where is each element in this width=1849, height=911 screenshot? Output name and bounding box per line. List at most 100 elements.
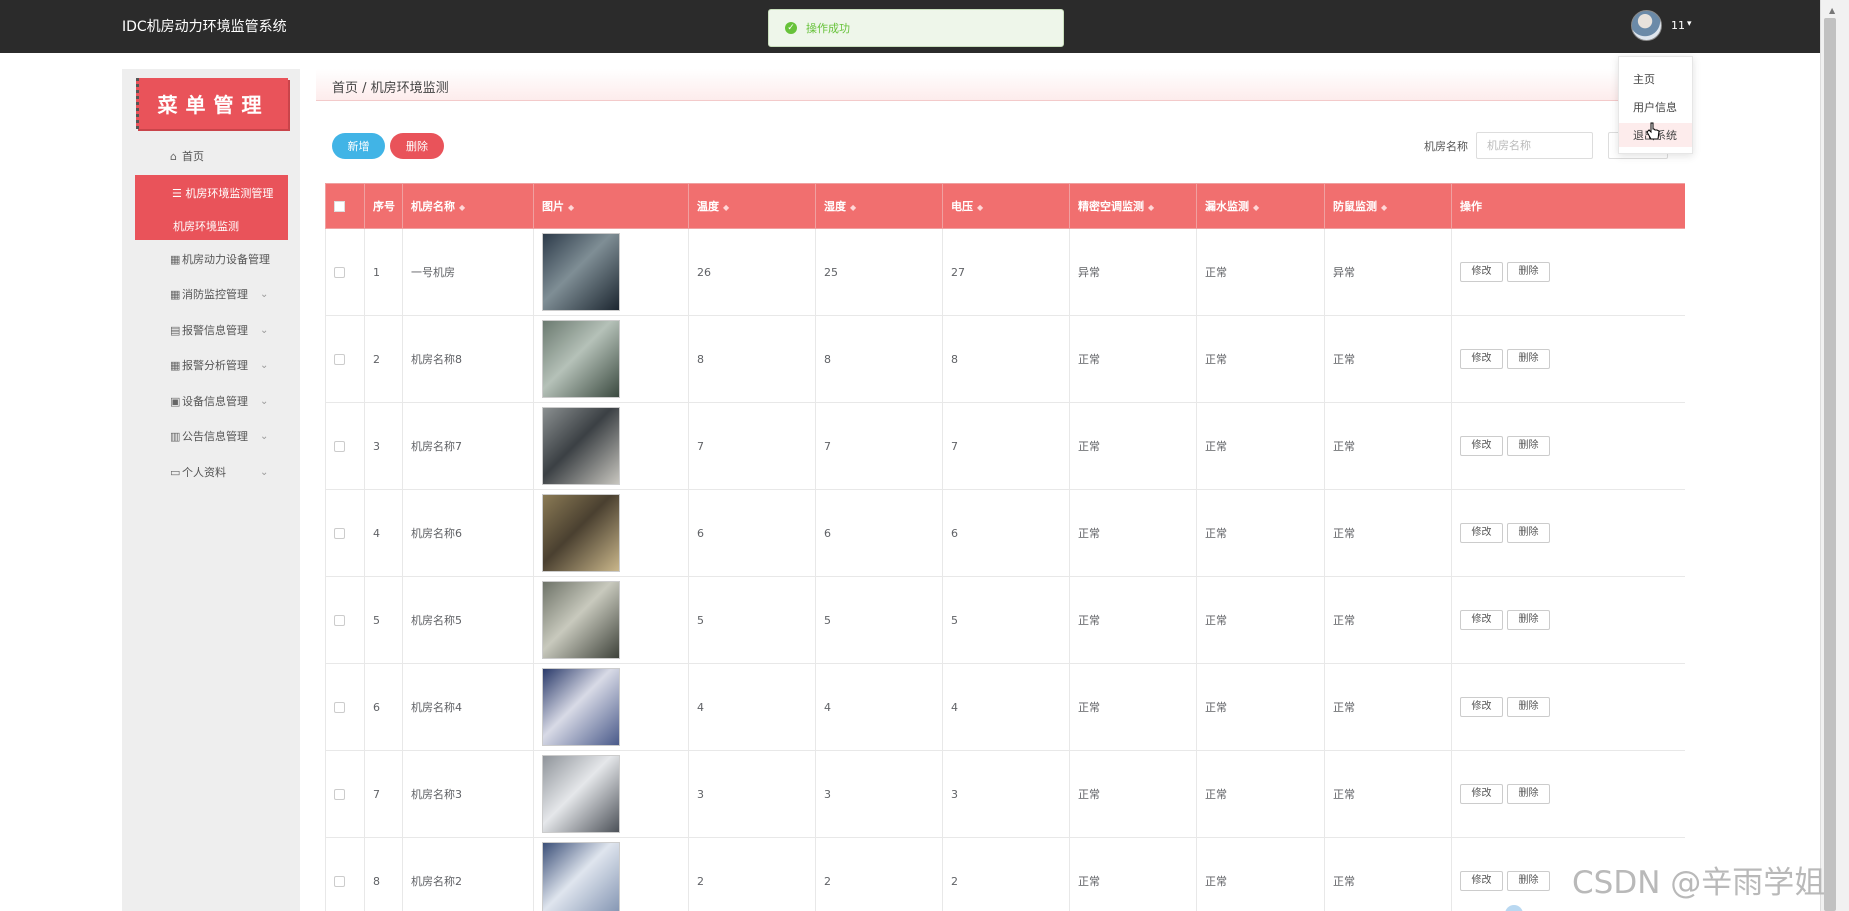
column-header: 操作 [1451,183,1685,229]
briefcase-icon: ▤ [170,323,181,337]
cell-rodent-monitor: 异常 [1324,228,1452,316]
sidebar-item-label: 机房动力设备管理 [182,253,270,266]
sidebar-item-alarm-analysis[interactable]: ▦ 报警分析管理 ⌄ [170,357,268,373]
edit-button[interactable]: 修改 [1460,523,1503,543]
cell-temperature: 3 [688,750,816,838]
cell-leak-monitor: 正常 [1196,315,1325,403]
cell-no: 2 [364,315,403,403]
edit-button[interactable]: 修改 [1460,436,1503,456]
cell-ac-monitor: 正常 [1069,663,1197,751]
cell-no: 8 [364,837,403,911]
row-checkbox[interactable] [325,576,365,664]
row-checkbox[interactable] [325,663,365,751]
scrollbar-thumb[interactable] [1824,18,1836,911]
room-photo[interactable] [542,320,620,398]
cell-no: 4 [364,489,403,577]
chevron-down-icon: ⌄ [260,395,269,407]
row-checkbox[interactable] [325,315,365,403]
cell-temperature: 5 [688,576,816,664]
edit-button[interactable]: 修改 [1460,262,1503,282]
sidebar-item-power-equipment[interactable]: ▦ 机房动力设备管理 [170,251,270,267]
scroll-up-arrow-icon[interactable]: ▲ [1829,6,1835,15]
edit-button[interactable]: 修改 [1460,697,1503,717]
row-checkbox[interactable] [325,228,365,316]
cell-image [533,663,689,751]
cell-room-name: 机房名称4 [402,663,534,751]
edit-button[interactable]: 修改 [1460,349,1503,369]
room-photo[interactable] [542,494,620,572]
user-name[interactable]: 11 [1671,19,1685,32]
home-icon: ⌂ [170,149,177,163]
cell-image [533,489,689,577]
cell-rodent-monitor: 正常 [1324,315,1452,403]
select-all-checkbox[interactable] [325,183,365,229]
search-input[interactable] [1476,132,1593,159]
batch-delete-button[interactable]: 删除 [390,133,444,159]
column-header[interactable]: 精密空调监测 ◆ [1069,183,1197,229]
room-photo[interactable] [542,668,620,746]
column-header[interactable]: 漏水监测 ◆ [1196,183,1325,229]
delete-button[interactable]: 删除 [1507,262,1550,282]
column-header[interactable]: 温度 ◆ [688,183,816,229]
cell-actions: 修改 删除 [1451,228,1685,316]
sort-icon: ◆ [1381,203,1388,212]
chevron-down-icon: ⌄ [260,324,269,336]
cell-temperature: 2 [688,837,816,911]
sidebar-item-label: 个人资料 [182,466,226,479]
room-photo[interactable] [542,581,620,659]
column-header[interactable]: 机房名称 ◆ [402,183,534,229]
cell-humidity: 2 [815,837,943,911]
table-header-row: 序号 机房名称 ◆ 图片 ◆ 温度 ◆ 湿度 ◆ 电压 ◆ 精密空调监测 ◆ 漏水监测 ◆ 防… [325,183,1685,229]
room-photo[interactable] [542,233,620,311]
cell-voltage: 4 [942,663,1070,751]
cell-actions: 修改 删除 [1451,489,1685,577]
menu-item-home[interactable]: 主页 [1633,71,1655,87]
room-photo[interactable] [542,842,620,911]
column-header[interactable]: 湿度 ◆ [815,183,943,229]
add-button[interactable]: 新增 [332,133,385,159]
sidebar-item-label: 设备信息管理 [182,395,248,408]
csdn-watermark: CSDN @辛雨学姐 [1572,865,1826,901]
row-checkbox[interactable] [325,402,365,490]
column-header[interactable]: 电压 ◆ [942,183,1070,229]
delete-button[interactable]: 删除 [1507,610,1550,630]
cell-leak-monitor: 正常 [1196,750,1325,838]
menu-item-user-info[interactable]: 用户信息 [1633,99,1677,115]
sidebar-item-home[interactable]: ⌂ 首页 [170,148,204,164]
column-header[interactable]: 图片 ◆ [533,183,689,229]
cell-rodent-monitor: 正常 [1324,402,1452,490]
delete-button[interactable]: 删除 [1507,436,1550,456]
sidebar-item-env-monitor-manage[interactable]: ☰ 机房环境监测管理 [172,185,273,201]
document-icon: ▣ [170,394,181,408]
delete-button[interactable]: 删除 [1507,871,1550,891]
edit-button[interactable]: 修改 [1460,610,1503,630]
cell-actions: 修改 删除 [1451,663,1685,751]
success-toast: ✓ 操作成功 [768,9,1064,47]
cell-room-name: 机房名称6 [402,489,534,577]
cell-room-name: 机房名称8 [402,315,534,403]
delete-button[interactable]: 删除 [1507,697,1550,717]
delete-button[interactable]: 删除 [1507,349,1550,369]
row-checkbox[interactable] [325,837,365,911]
room-photo[interactable] [542,755,620,833]
cell-no: 6 [364,663,403,751]
delete-button[interactable]: 删除 [1507,784,1550,804]
edit-button[interactable]: 修改 [1460,784,1503,804]
sidebar-item-alarm-info[interactable]: ▤ 报警信息管理 ⌄ [170,322,268,338]
sidebar-item-notice-info[interactable]: ▥ 公告信息管理 ⌄ [170,428,268,444]
column-header: 序号 [364,183,403,229]
chevron-down-icon[interactable]: ▾ [1687,19,1692,29]
breadcrumb-bar [316,69,1666,101]
sidebar-subitem-env-monitor[interactable]: 机房环境监测 [173,218,239,234]
row-checkbox[interactable] [325,489,365,577]
column-header[interactable]: 防鼠监测 ◆ [1324,183,1452,229]
user-avatar[interactable] [1631,10,1662,41]
edit-button[interactable]: 修改 [1460,871,1503,891]
sidebar-item-fire-monitor[interactable]: ▦ 消防监控管理 ⌄ [170,286,268,302]
sidebar-item-device-info[interactable]: ▣ 设备信息管理 ⌄ [170,393,268,409]
delete-button[interactable]: 删除 [1507,523,1550,543]
row-checkbox[interactable] [325,750,365,838]
cell-rodent-monitor: 正常 [1324,837,1452,911]
sidebar-item-profile[interactable]: ▭ 个人资料 ⌄ [170,464,268,480]
room-photo[interactable] [542,407,620,485]
